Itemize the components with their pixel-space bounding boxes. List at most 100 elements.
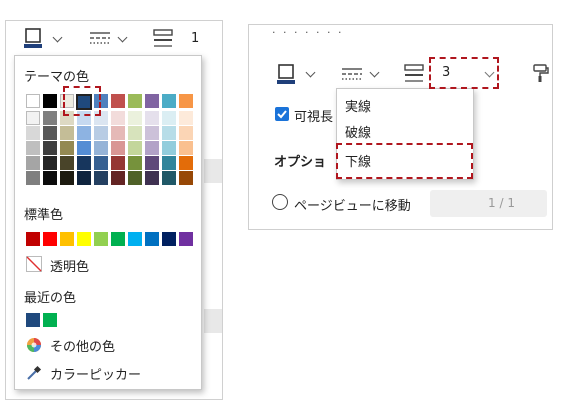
theme-shade-swatch[interactable] xyxy=(111,141,125,155)
goto-page-radio[interactable] xyxy=(272,194,288,210)
theme-shade-swatch[interactable] xyxy=(162,111,176,125)
line-color-icon[interactable] xyxy=(276,63,296,85)
standard-color-swatch[interactable] xyxy=(43,232,57,246)
theme-color-swatch[interactable] xyxy=(162,94,176,108)
width-select-highlight xyxy=(429,57,499,89)
theme-shade-swatch[interactable] xyxy=(26,171,40,185)
theme-shade-swatch[interactable] xyxy=(162,126,176,140)
theme-shade-swatch[interactable] xyxy=(162,141,176,155)
standard-color-swatch[interactable] xyxy=(77,232,91,246)
standard-color-swatch[interactable] xyxy=(60,232,74,246)
theme-shade-swatch[interactable] xyxy=(77,126,91,140)
line-color-icon[interactable] xyxy=(23,27,43,49)
theme-shade-swatch[interactable] xyxy=(128,126,142,140)
theme-shade-swatch[interactable] xyxy=(77,141,91,155)
theme-shade-swatch[interactable] xyxy=(111,111,125,125)
background-row xyxy=(204,159,222,183)
theme-shade-swatch[interactable] xyxy=(179,156,193,170)
format-toolbar: 1 xyxy=(6,21,222,57)
theme-shade-swatch[interactable] xyxy=(60,171,74,185)
theme-shade-swatch[interactable] xyxy=(179,141,193,155)
theme-shade-swatch[interactable] xyxy=(128,156,142,170)
page-counter-field[interactable]: 1 / 1 xyxy=(430,190,547,217)
theme-shade-swatch[interactable] xyxy=(179,171,193,185)
theme-shade-swatch[interactable] xyxy=(26,126,40,140)
page-counter: 1 / 1 xyxy=(488,196,515,210)
background-row xyxy=(204,309,222,333)
theme-shade-swatch[interactable] xyxy=(145,126,159,140)
line-width-icon[interactable] xyxy=(153,29,173,49)
recent-color-swatch[interactable] xyxy=(43,313,57,327)
theme-shade-swatch[interactable] xyxy=(111,171,125,185)
theme-shade-swatch[interactable] xyxy=(145,156,159,170)
options-heading: オプショ xyxy=(274,155,327,170)
theme-shade-swatch[interactable] xyxy=(60,126,74,140)
standard-color-swatch[interactable] xyxy=(26,232,40,246)
theme-color-swatch[interactable] xyxy=(43,94,57,108)
color-picker-option[interactable]: カラーピッカー xyxy=(50,364,141,383)
theme-shade-swatch[interactable] xyxy=(128,111,142,125)
theme-color-swatch[interactable] xyxy=(26,94,40,108)
eyedropper-icon xyxy=(27,365,42,380)
theme-color-swatch[interactable] xyxy=(145,94,159,108)
theme-shade-swatch[interactable] xyxy=(179,126,193,140)
chevron-down-icon[interactable] xyxy=(52,32,63,43)
theme-color-swatch[interactable] xyxy=(111,94,125,108)
theme-shade-swatch[interactable] xyxy=(60,141,74,155)
theme-shade-swatch[interactable] xyxy=(128,141,142,155)
visible-length-label: 可視長 xyxy=(294,110,334,125)
theme-shade-swatch[interactable] xyxy=(43,156,57,170)
solid-line-option[interactable]: 実線 xyxy=(345,96,371,115)
theme-shade-swatch[interactable] xyxy=(43,171,57,185)
line-width-value[interactable]: 1 xyxy=(191,31,199,46)
theme-shade-swatch[interactable] xyxy=(26,141,40,155)
theme-shade-swatch[interactable] xyxy=(26,156,40,170)
recent-colors-heading: 最近の色 xyxy=(24,291,77,306)
theme-shade-swatch[interactable] xyxy=(77,171,91,185)
theme-shade-swatch[interactable] xyxy=(26,111,40,125)
standard-color-swatch[interactable] xyxy=(128,232,142,246)
transparent-icon xyxy=(26,256,42,272)
theme-shade-swatch[interactable] xyxy=(145,141,159,155)
theme-shade-swatch[interactable] xyxy=(60,156,74,170)
underline-option-highlight xyxy=(336,143,473,179)
transparent-option[interactable]: 透明色 xyxy=(50,256,89,275)
theme-shade-swatch[interactable] xyxy=(94,156,108,170)
theme-shade-swatch[interactable] xyxy=(145,171,159,185)
theme-shade-swatch[interactable] xyxy=(128,171,142,185)
theme-shade-swatch[interactable] xyxy=(179,111,193,125)
theme-shade-swatch[interactable] xyxy=(145,111,159,125)
standard-color-swatch[interactable] xyxy=(179,232,193,246)
selected-swatch-border xyxy=(76,94,92,110)
theme-shade-swatch[interactable] xyxy=(162,171,176,185)
theme-colors-heading: テーマの色 xyxy=(24,70,90,85)
dashed-line-option[interactable]: 破線 xyxy=(345,122,371,141)
format-painter-icon[interactable] xyxy=(531,63,549,83)
theme-color-swatch[interactable] xyxy=(179,94,193,108)
standard-color-swatch[interactable] xyxy=(162,232,176,246)
theme-shade-swatch[interactable] xyxy=(43,141,57,155)
standard-color-swatch[interactable] xyxy=(111,232,125,246)
theme-color-swatch[interactable] xyxy=(128,94,142,108)
chevron-down-icon[interactable] xyxy=(117,32,128,43)
theme-shade-swatch[interactable] xyxy=(94,126,108,140)
theme-shade-swatch[interactable] xyxy=(94,171,108,185)
theme-shade-swatch[interactable] xyxy=(43,111,57,125)
recent-color-swatch[interactable] xyxy=(26,313,40,327)
theme-shade-swatch[interactable] xyxy=(43,126,57,140)
standard-color-swatch[interactable] xyxy=(94,232,108,246)
visible-length-checkbox[interactable] xyxy=(275,107,289,121)
standard-color-swatch[interactable] xyxy=(145,232,159,246)
theme-shade-swatch[interactable] xyxy=(111,156,125,170)
more-colors-option[interactable]: その他の色 xyxy=(50,336,115,355)
line-style-icon[interactable] xyxy=(340,66,364,82)
theme-shade-swatch[interactable] xyxy=(77,156,91,170)
line-width-icon[interactable] xyxy=(404,64,424,84)
theme-shade-swatch[interactable] xyxy=(94,141,108,155)
line-style-icon[interactable] xyxy=(88,30,112,46)
color-wheel-icon xyxy=(27,338,41,352)
theme-shade-swatch[interactable] xyxy=(162,156,176,170)
goto-page-label: ページビューに移動 xyxy=(294,199,411,214)
theme-shade-swatch[interactable] xyxy=(111,126,125,140)
standard-colors-heading: 標準色 xyxy=(24,208,64,223)
